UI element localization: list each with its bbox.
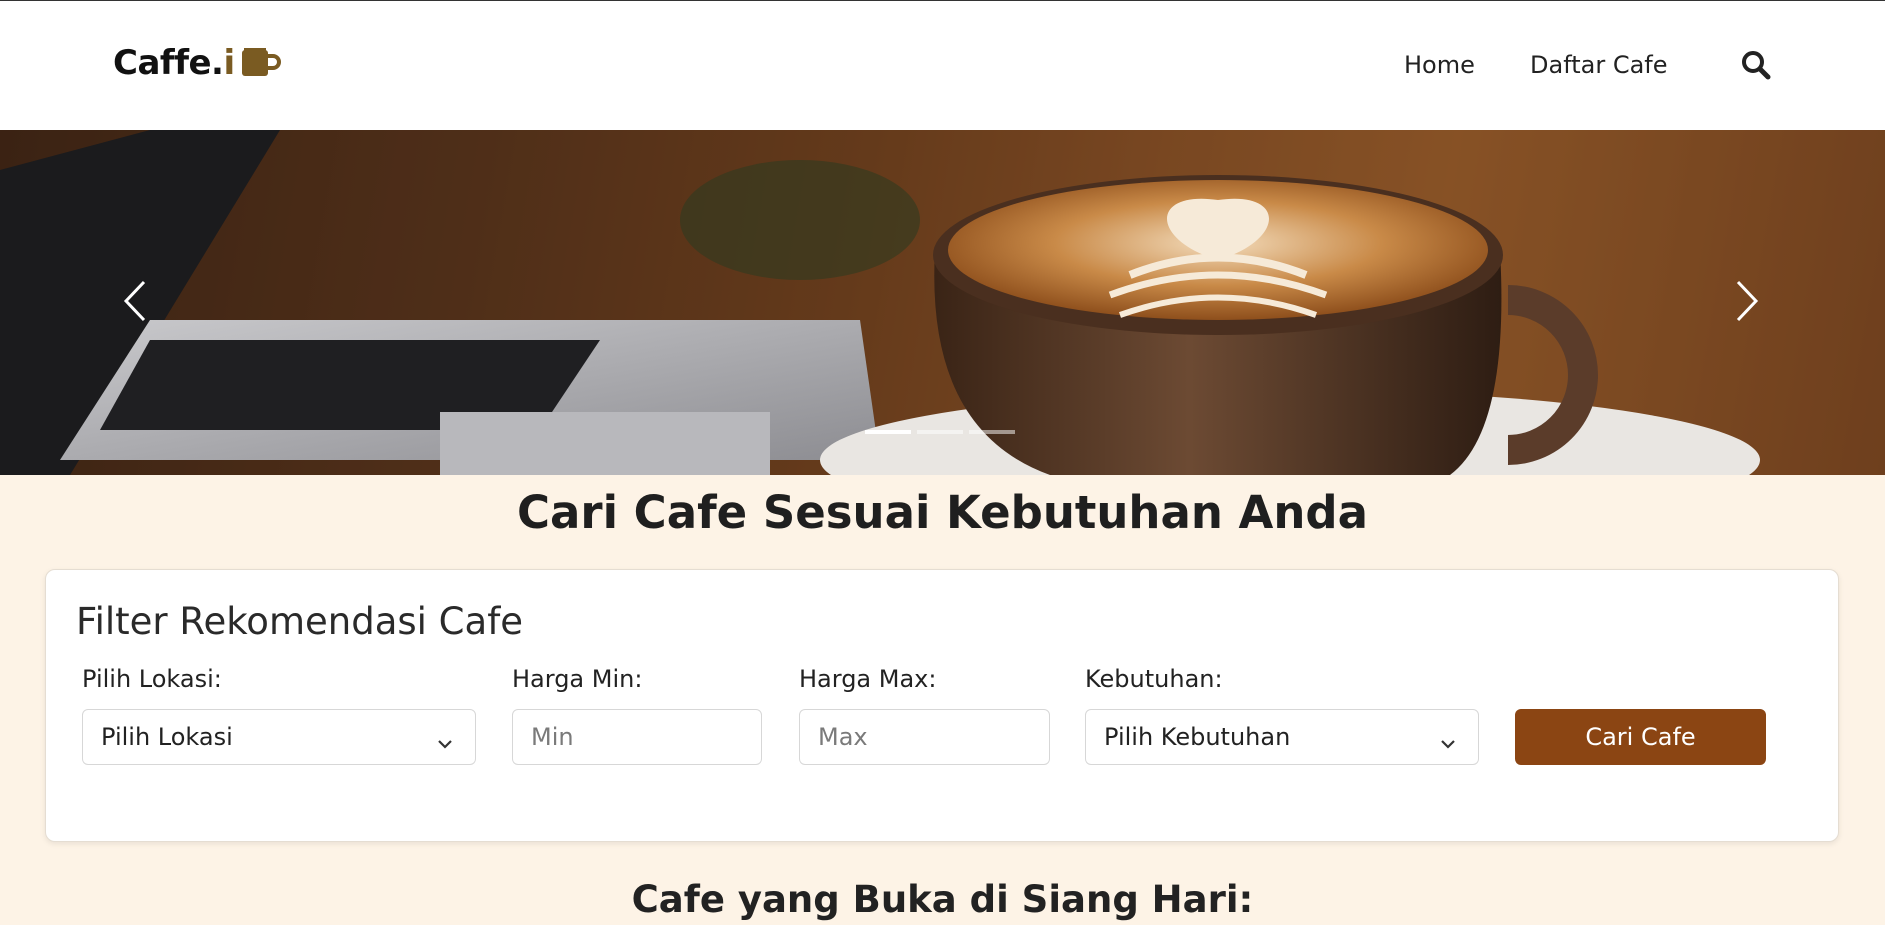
harga-min-input[interactable]: Min bbox=[512, 709, 762, 765]
carousel-indicator-2[interactable] bbox=[917, 430, 963, 434]
lokasi-select[interactable]: Pilih Lokasi bbox=[82, 709, 476, 765]
cari-cafe-button[interactable]: Cari Cafe bbox=[1515, 709, 1766, 765]
chevron-down-icon bbox=[1440, 730, 1456, 758]
navbar: Caffe.i Home Daftar Cafe bbox=[0, 1, 1885, 130]
lokasi-label: Pilih Lokasi: bbox=[82, 665, 222, 693]
harga-max-input[interactable]: Max bbox=[799, 709, 1050, 765]
carousel-indicator-1[interactable] bbox=[865, 430, 911, 434]
page-title: Cari Cafe Sesuai Kebutuhan Anda bbox=[517, 486, 1368, 539]
brand-text: Caffe.i bbox=[113, 43, 235, 83]
brand-logo[interactable]: Caffe.i bbox=[113, 43, 281, 83]
coffee-mug-icon bbox=[239, 46, 281, 82]
harga-min-label: Harga Min: bbox=[512, 665, 643, 693]
harga-min-placeholder: Min bbox=[531, 723, 574, 751]
carousel-indicators bbox=[865, 430, 1015, 434]
section-title-siang: Cafe yang Buka di Siang Hari: bbox=[631, 878, 1254, 921]
hero-image bbox=[0, 130, 1885, 475]
harga-max-placeholder: Max bbox=[818, 723, 868, 751]
nav-home[interactable]: Home bbox=[1404, 51, 1475, 79]
nav-daftar-cafe[interactable]: Daftar Cafe bbox=[1530, 51, 1668, 79]
filter-card: Filter Rekomendasi Cafe Pilih Lokasi: Pi… bbox=[45, 569, 1839, 842]
harga-max-label: Harga Max: bbox=[799, 665, 937, 693]
filter-title: Filter Rekomendasi Cafe bbox=[76, 600, 523, 643]
lokasi-select-value: Pilih Lokasi bbox=[101, 723, 233, 751]
kebutuhan-label: Kebutuhan: bbox=[1085, 665, 1223, 693]
chevron-down-icon bbox=[437, 730, 453, 758]
kebutuhan-select-value: Pilih Kebutuhan bbox=[1104, 723, 1291, 751]
chevron-left-icon[interactable] bbox=[118, 276, 154, 326]
carousel-indicator-3[interactable] bbox=[969, 430, 1015, 434]
search-icon[interactable] bbox=[1740, 49, 1772, 81]
kebutuhan-select[interactable]: Pilih Kebutuhan bbox=[1085, 709, 1479, 765]
hero-carousel bbox=[0, 130, 1885, 475]
chevron-right-icon[interactable] bbox=[1728, 276, 1764, 326]
